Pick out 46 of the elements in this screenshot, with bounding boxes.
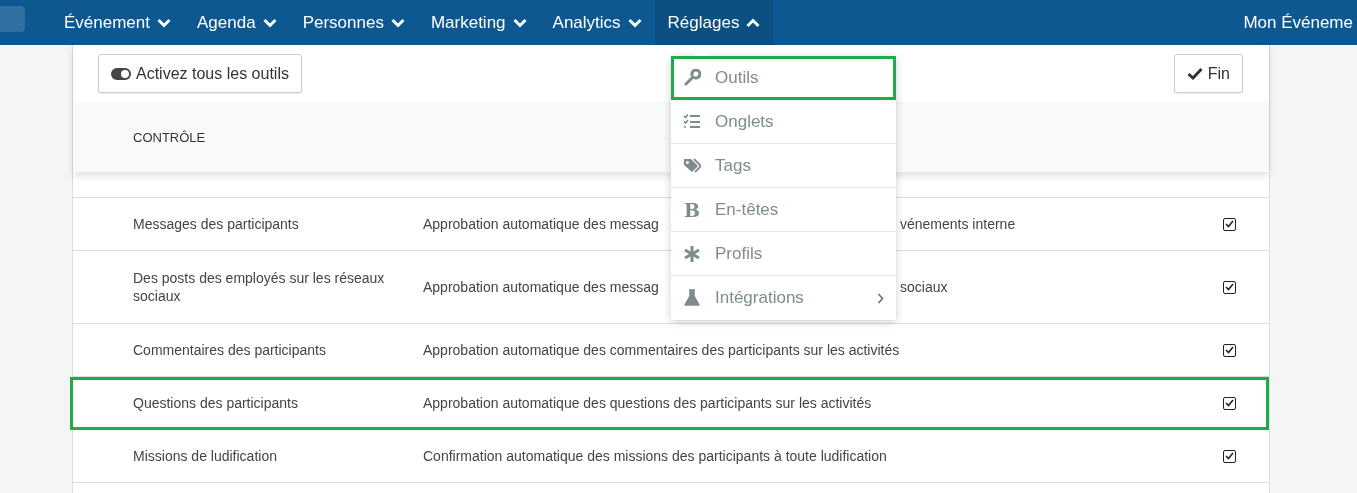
table-cell: Confirmation automatique des missions des participants à toute ludification xyxy=(423,448,887,464)
chevron-up-icon xyxy=(746,17,761,28)
table-cell-text: Commentaires des participants xyxy=(132,341,327,359)
menu-item[interactable]: Outils xyxy=(671,56,896,100)
tags-icon xyxy=(683,156,701,175)
menu-item[interactable]: Onglets xyxy=(671,100,896,144)
table-cell: Approbation automatique des commentaires des participants sur les activités xyxy=(423,342,900,358)
done-button[interactable]: Fin xyxy=(1173,54,1243,93)
bold-icon: B xyxy=(683,198,701,221)
nav-menu-item[interactable]: Réglages xyxy=(654,0,774,45)
table-cell: sociaux xyxy=(900,279,948,295)
menu-item[interactable]: B En-têtes xyxy=(671,188,896,232)
wrench-icon xyxy=(683,68,701,87)
table-cell: Approbation automatique des questions des participants sur les activités xyxy=(423,395,872,411)
table-cell-text: Approbation automatique des messag xyxy=(423,216,660,232)
checkbox[interactable] xyxy=(1223,396,1236,410)
checkbox[interactable] xyxy=(1223,217,1236,231)
table-cell-text: Approbation automatique des messag xyxy=(423,279,660,295)
table-cell: vénements interne xyxy=(900,216,1016,232)
table-cell-text: Messages des participants xyxy=(132,215,300,233)
check-icon xyxy=(1186,67,1203,80)
toggle-all-button[interactable]: Activez tous les outils xyxy=(98,54,302,93)
checklist-icon xyxy=(683,112,701,131)
nav-menu-item[interactable]: Événement xyxy=(51,0,184,45)
chevron-down-icon xyxy=(627,17,642,28)
event-name[interactable]: Mon Événeme xyxy=(1243,12,1353,33)
checkbox[interactable] xyxy=(1223,343,1236,357)
chevron-down-icon xyxy=(512,17,527,28)
checkbox[interactable] xyxy=(1223,449,1236,463)
column-header: CONTRÔLE xyxy=(133,129,206,145)
table-cell-text: Missions de ludification xyxy=(132,447,278,465)
chevron-down-icon xyxy=(262,17,277,28)
toggle-icon xyxy=(111,67,131,80)
table-cell-text: Des posts des employés sur les réseaux sociaux xyxy=(132,269,386,305)
nav-menu-item[interactable]: Marketing xyxy=(417,0,540,45)
menu-item[interactable]: Profils xyxy=(671,232,896,276)
table-cell-text: Questions des participants xyxy=(132,394,299,412)
flask-icon xyxy=(683,289,701,307)
chevron-down-icon xyxy=(390,17,405,28)
menu-item[interactable]: Tags xyxy=(671,144,896,188)
chevron-down-icon xyxy=(157,17,171,28)
nav-menu-item[interactable]: Analytics xyxy=(539,0,655,45)
nav-menu-item[interactable]: Agenda xyxy=(184,0,290,45)
nav-menu-item[interactable]: Personnes xyxy=(289,0,418,45)
asterisk-icon xyxy=(683,244,701,263)
checkbox[interactable] xyxy=(1223,280,1236,294)
